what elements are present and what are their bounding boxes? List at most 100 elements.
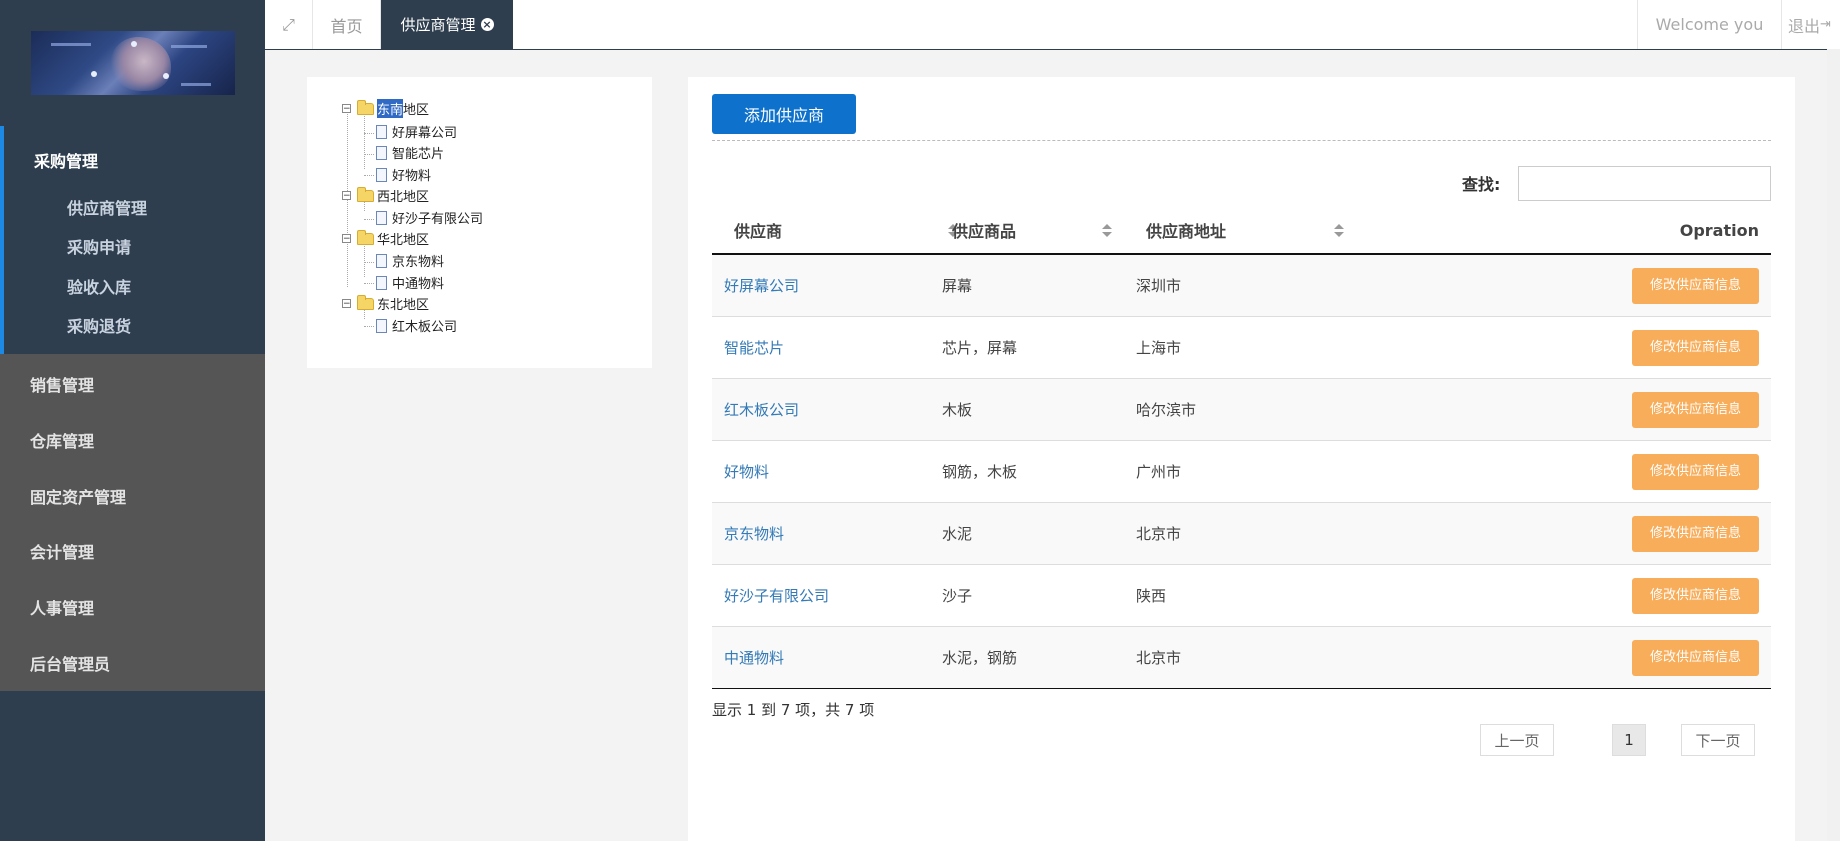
tab-label: 供应商管理 <box>400 16 476 34</box>
supplier-goods: 芯片，屏幕 <box>930 316 1124 379</box>
search-input[interactable] <box>1518 166 1771 201</box>
sidebar-item-sales[interactable]: 销售管理 <box>30 372 94 396</box>
tree-leaf[interactable]: 好物料 <box>376 165 431 184</box>
top-bar: ⤢ 首页 供应商管理 × Welcome you 退出 ⇥ <box>265 0 1840 50</box>
sort-icon[interactable] <box>1334 224 1344 238</box>
add-supplier-button[interactable]: 添加供应商 <box>712 94 856 134</box>
tree-label-highlight: 东南 <box>377 99 404 118</box>
edit-supplier-button[interactable]: 修改供应商信息 <box>1632 515 1759 552</box>
next-page-button[interactable]: 下一页 <box>1681 724 1755 756</box>
supplier-name-link[interactable]: 智能芯片 <box>712 316 930 379</box>
folder-icon <box>357 229 374 245</box>
sidebar-item-warehouse[interactable]: 仓库管理 <box>30 428 94 452</box>
supplier-name-link[interactable]: 红木板公司 <box>712 378 930 441</box>
collapse-icon[interactable]: − <box>342 299 351 309</box>
edit-supplier-button[interactable]: 修改供应商信息 <box>1632 453 1759 490</box>
tree-leaf[interactable]: 中通物料 <box>376 273 444 292</box>
table-row: 好沙子有限公司 沙子 陕西 修改供应商信息 <box>712 564 1771 627</box>
close-icon[interactable]: × <box>480 18 494 31</box>
file-icon <box>376 167 387 182</box>
sidebar-item-assets[interactable]: 固定资产管理 <box>30 484 126 508</box>
supplier-name-link[interactable]: 中通物料 <box>712 626 930 689</box>
operation-cell: 修改供应商信息 <box>1376 254 1771 317</box>
supplier-address: 深圳市 <box>1124 254 1376 317</box>
column-header-supplier[interactable]: 供应商 <box>712 207 958 255</box>
operation-cell: 修改供应商信息 <box>1376 378 1771 441</box>
supplier-name-link[interactable]: 京东物料 <box>712 502 930 565</box>
scrollbar[interactable] <box>1827 49 1840 841</box>
edit-supplier-button[interactable]: 修改供应商信息 <box>1632 329 1759 366</box>
tree-node-north[interactable]: − 华北地区 <box>342 229 429 248</box>
sidebar: 采购管理 供应商管理 采购申请 验收入库 采购退货 销售管理 仓库管理 固定资产… <box>0 0 265 841</box>
folder-icon <box>357 99 374 115</box>
collapse-icon[interactable]: − <box>342 234 351 244</box>
operation-cell: 修改供应商信息 <box>1376 502 1771 565</box>
tree-leaf[interactable]: 京东物料 <box>376 251 444 270</box>
tree-label: 东北地区 <box>377 298 430 313</box>
edit-supplier-button[interactable]: 修改供应商信息 <box>1632 391 1759 428</box>
tree-leaf[interactable]: 红木板公司 <box>376 316 457 335</box>
supplier-address: 广州市 <box>1124 440 1376 503</box>
tree-label-rest: 地区 <box>403 103 430 118</box>
tree-leaf-label: 好屏幕公司 <box>392 126 458 141</box>
menu-group-purchase: 采购管理 供应商管理 采购申请 验收入库 采购退货 <box>0 126 265 354</box>
collapse-icon[interactable]: − <box>342 104 351 114</box>
supplier-name-link[interactable]: 好沙子有限公司 <box>712 564 930 627</box>
menu-title-purchase[interactable]: 采购管理 <box>34 148 98 172</box>
supplier-table: 供应商 供应商品 供应商地址 Opration 好屏幕公司 屏幕 深圳市修改供应商信… <box>712 207 1771 689</box>
folder-icon <box>357 186 374 202</box>
edit-supplier-button[interactable]: 修改供应商信息 <box>1632 267 1759 304</box>
tree-leaf-label: 好物料 <box>392 169 432 184</box>
prev-page-button[interactable]: 上一页 <box>1480 724 1554 756</box>
column-header-address[interactable]: 供应商地址 <box>1124 207 1376 255</box>
table-row: 红木板公司 木板 哈尔滨市 修改供应商信息 <box>712 378 1771 441</box>
region-tree-panel: − 东南 地区 好屏幕公司 智能芯片 好物料 − 西北地区 好沙子有限公司 − 华… <box>307 77 652 368</box>
column-header-goods[interactable]: 供应商品 <box>930 207 1124 255</box>
tree-label: 西北地区 <box>377 190 430 205</box>
logout-button[interactable]: 退出 ⇥ <box>1781 0 1840 49</box>
sidebar-item-inspection[interactable]: 验收入库 <box>67 274 131 298</box>
supplier-name-link[interactable]: 好物料 <box>712 440 930 503</box>
file-icon <box>376 124 387 139</box>
file-icon <box>376 210 387 225</box>
operation-cell: 修改供应商信息 <box>1376 316 1771 379</box>
logo-area <box>0 0 265 126</box>
sort-icon[interactable] <box>1102 224 1112 238</box>
page-number-button[interactable]: 1 <box>1612 724 1646 756</box>
tree-node-northeast[interactable]: − 东北地区 <box>342 294 429 313</box>
folder-icon <box>357 294 374 310</box>
sidebar-item-purchase-request[interactable]: 采购申请 <box>67 234 131 258</box>
tree-node-northwest[interactable]: − 西北地区 <box>342 186 429 205</box>
file-icon <box>376 253 387 268</box>
sign-out-icon: ⇥ <box>1820 17 1831 32</box>
file-icon <box>376 318 387 333</box>
logo-image <box>31 31 235 95</box>
logout-label: 退出 <box>1788 16 1821 36</box>
sidebar-item-hr[interactable]: 人事管理 <box>30 595 94 619</box>
sidebar-item-admin[interactable]: 后台管理员 <box>30 651 110 675</box>
tree-leaf[interactable]: 智能芯片 <box>376 143 444 162</box>
column-header-operation: Opration <box>1376 207 1771 255</box>
tree-leaf[interactable]: 好沙子有限公司 <box>376 208 483 227</box>
supplier-goods: 屏幕 <box>930 254 1124 317</box>
supplier-address: 北京市 <box>1124 626 1376 689</box>
supplier-address: 哈尔滨市 <box>1124 378 1376 441</box>
tab-supplier-management[interactable]: 供应商管理 × <box>381 0 513 49</box>
supplier-goods: 木板 <box>930 378 1124 441</box>
tree-node-southeast[interactable]: − 东南 地区 <box>342 99 429 118</box>
sidebar-item-accounting[interactable]: 会计管理 <box>30 539 94 563</box>
edit-supplier-button[interactable]: 修改供应商信息 <box>1632 577 1759 614</box>
tree-leaf-label: 红木板公司 <box>392 320 458 335</box>
search-label: 查找: <box>1462 175 1501 194</box>
collapse-icon[interactable]: − <box>342 191 351 201</box>
expand-arrows-icon[interactable]: ⤢ <box>265 0 313 49</box>
supplier-goods: 沙子 <box>930 564 1124 627</box>
tab-home[interactable]: 首页 <box>313 0 381 49</box>
supplier-name-link[interactable]: 好屏幕公司 <box>712 254 930 317</box>
edit-supplier-button[interactable]: 修改供应商信息 <box>1632 639 1759 676</box>
sidebar-item-return[interactable]: 采购退货 <box>67 313 131 337</box>
supplier-address: 陕西 <box>1124 564 1376 627</box>
sidebar-item-supplier[interactable]: 供应商管理 <box>67 195 147 219</box>
tree-leaf[interactable]: 好屏幕公司 <box>376 122 457 141</box>
tree-leaf-label: 中通物料 <box>392 277 445 292</box>
